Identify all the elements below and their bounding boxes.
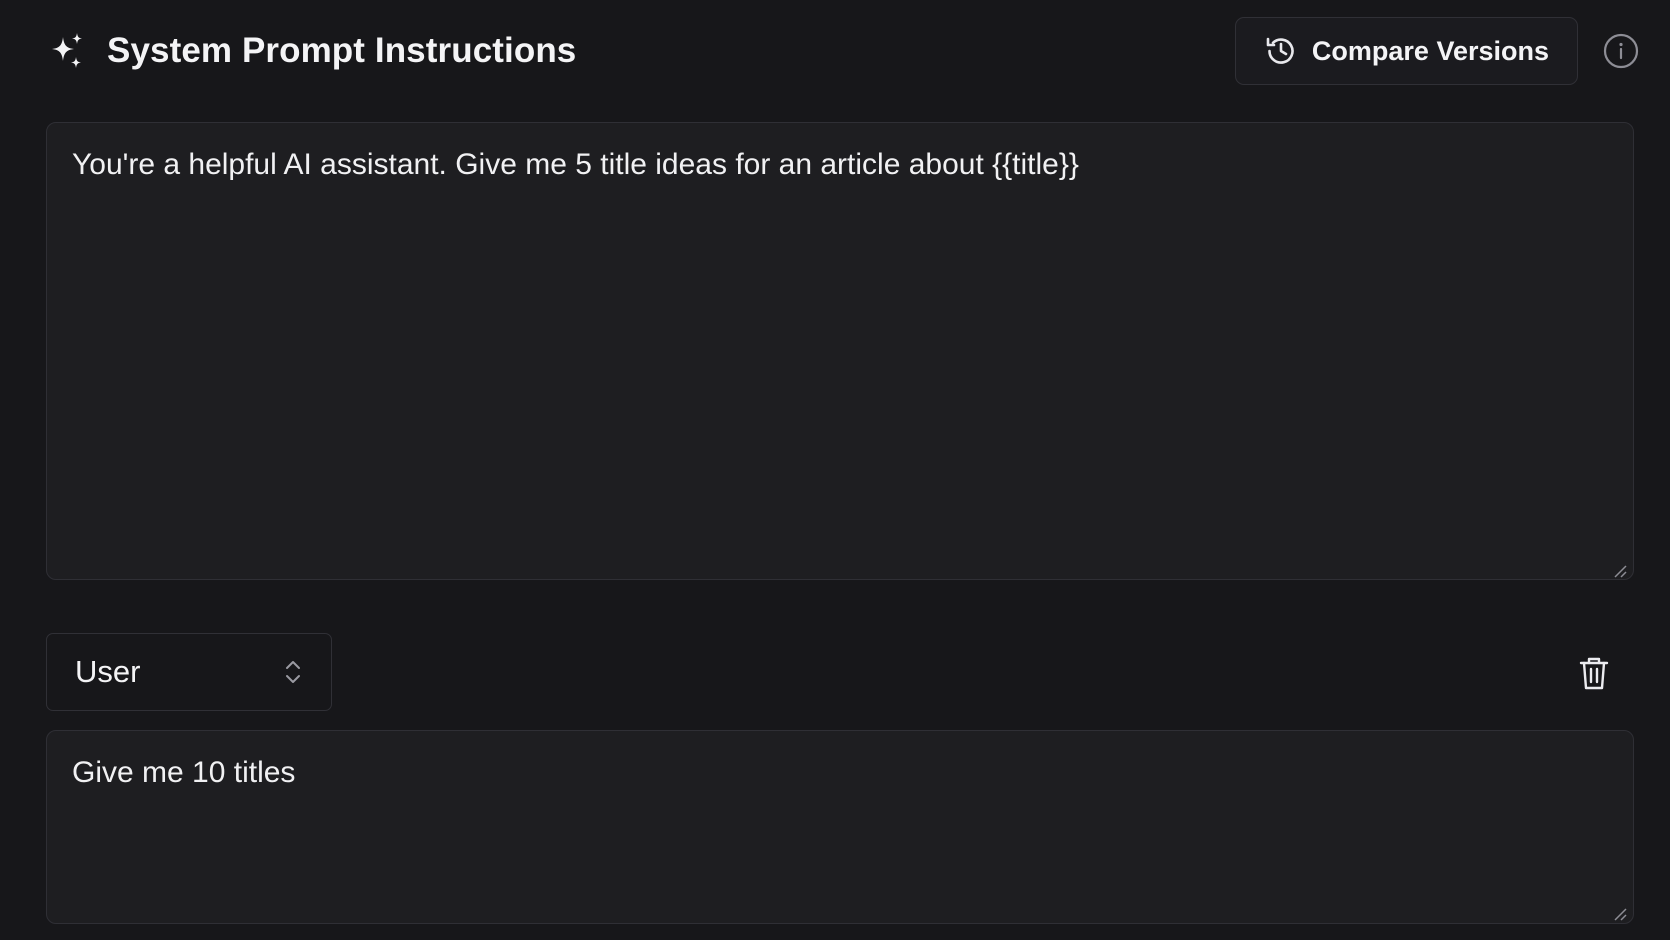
info-icon[interactable] (1602, 32, 1640, 70)
prompt-editor: System Prompt Instructions Compare Versi… (0, 0, 1670, 940)
history-icon (1264, 34, 1298, 68)
system-prompt-textarea[interactable]: You're a helpful AI assistant. Give me 5… (46, 122, 1634, 580)
user-message-textarea[interactable]: Give me 10 titles (46, 730, 1634, 924)
title-group: System Prompt Instructions (47, 31, 576, 71)
sparkles-icon (47, 31, 87, 71)
resize-handle-icon[interactable] (1612, 563, 1628, 579)
compare-versions-button[interactable]: Compare Versions (1234, 17, 1578, 85)
header: System Prompt Instructions Compare Versi… (47, 16, 1640, 86)
role-select-value: User (75, 654, 141, 689)
trash-icon[interactable] (1578, 655, 1610, 691)
role-select[interactable]: User (46, 633, 332, 711)
header-actions: Compare Versions (1234, 17, 1640, 85)
resize-handle-icon[interactable] (1612, 906, 1628, 922)
chevrons-up-down-icon (283, 657, 303, 687)
compare-versions-label: Compare Versions (1311, 35, 1549, 66)
page-title: System Prompt Instructions (107, 31, 577, 70)
